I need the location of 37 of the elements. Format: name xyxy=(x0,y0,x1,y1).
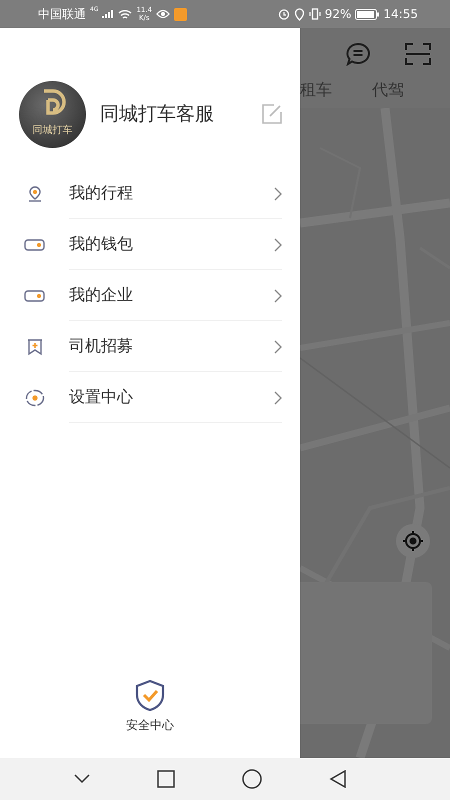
menu-item[interactable]: 我的行程 xyxy=(0,168,300,219)
location-icon xyxy=(294,8,305,20)
chevron-right-icon xyxy=(274,340,282,354)
avatar[interactable]: 同城打车 xyxy=(19,80,86,148)
carrier-name: 中国联通 xyxy=(38,6,86,22)
app-notification-icon xyxy=(174,8,188,20)
menu-item[interactable]: 我的企业 xyxy=(0,270,300,321)
chevron-right-icon xyxy=(274,238,282,252)
user-name: 同城打车客服 xyxy=(100,102,215,127)
chevron-right-icon xyxy=(274,186,282,200)
recents-button-icon[interactable] xyxy=(156,770,174,788)
wallet-icon xyxy=(24,238,45,250)
wifi-icon xyxy=(118,8,132,20)
locate-icon xyxy=(402,530,424,552)
clock-time: 14:55 xyxy=(383,7,418,21)
signal-icon xyxy=(102,9,114,19)
safety-center-label[interactable]: 安全中心 xyxy=(126,717,174,734)
message-icon[interactable] xyxy=(345,42,371,66)
bookmark-plus-icon xyxy=(26,338,44,356)
scan-icon[interactable] xyxy=(405,42,431,66)
chevron-down-icon[interactable] xyxy=(74,774,90,784)
wallet-icon xyxy=(24,290,45,302)
alarm-icon xyxy=(278,8,290,20)
menu-item[interactable]: 设置中心 xyxy=(0,372,300,423)
menu-item[interactable]: 我的钱包 xyxy=(0,219,300,270)
shield-check-icon[interactable] xyxy=(135,679,165,711)
chevron-right-icon xyxy=(274,390,282,404)
menu-item[interactable]: 司机招募 xyxy=(0,321,300,372)
chevron-right-icon xyxy=(274,288,282,302)
home-button-icon[interactable] xyxy=(242,769,262,789)
logo-text: 同城打车 xyxy=(32,124,72,136)
vibrate-icon xyxy=(308,8,321,20)
battery-icon xyxy=(355,8,380,20)
battery-percent: 92% xyxy=(324,7,352,21)
eye-icon xyxy=(156,9,170,19)
settings-icon xyxy=(24,388,44,406)
back-button-icon[interactable] xyxy=(328,770,346,788)
